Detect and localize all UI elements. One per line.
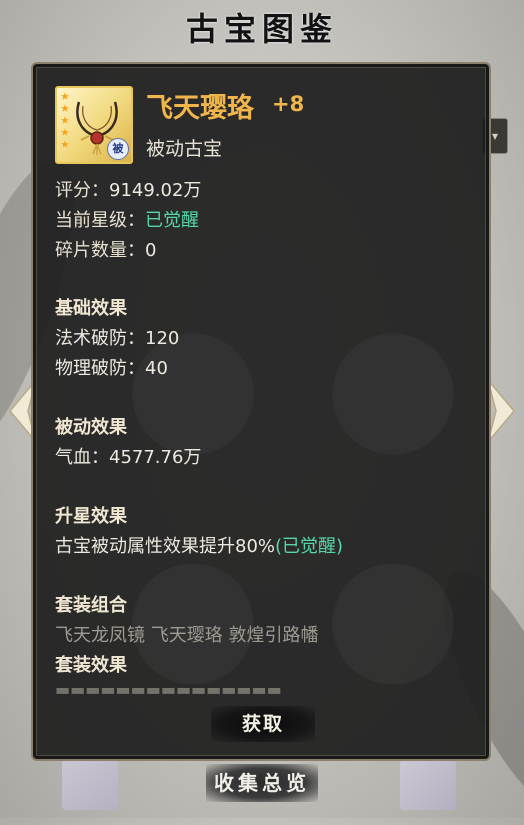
star-up-effect-line: 古宝被动属性效果提升80%(已觉醒): [55, 532, 475, 562]
star-rating: ★ ★ ★ ★ ★: [60, 91, 70, 150]
item-name: 飞天璎珞: [146, 93, 254, 124]
star-icon: ★: [60, 126, 70, 139]
base-effect-line: 法术破防：120: [55, 328, 180, 349]
collection-card-bg: [400, 760, 456, 810]
star-up-effect-title: 升星效果: [55, 506, 127, 527]
star-icon: ★: [60, 102, 70, 115]
base-effect-title: 基础效果: [55, 298, 127, 319]
shard-count-row: 碎片数量：0: [55, 236, 475, 266]
item-details: 评分：9149.02万 当前星级：已觉醒 碎片数量：0 基础效果 法术破防：12…: [55, 176, 475, 699]
base-effect-line: 物理破防：40: [55, 358, 168, 379]
star-icon: ★: [60, 114, 70, 127]
page-title: 古宝图鉴: [185, 10, 338, 48]
shard-count-label: 碎片数量：: [55, 240, 145, 261]
passive-effect-title: 被动效果: [55, 417, 127, 438]
star-level-label: 当前星级：: [55, 210, 145, 231]
score-row: 评分：9149.02万: [55, 176, 475, 206]
item-level: +8: [272, 92, 305, 116]
star-level-row: 当前星级：已觉醒: [55, 206, 475, 236]
shard-count-value: 0: [145, 240, 157, 261]
set-effect-partial: ▬▬▬▬▬▬▬▬▬▬▬▬▬▬▬: [55, 681, 282, 699]
score-label: 评分：: [55, 180, 109, 201]
set-members: 飞天龙凤镜 飞天璎珞 敦煌引路幡: [55, 625, 319, 646]
next-arrow-icon[interactable]: [486, 378, 520, 444]
set-combo-title: 套装组合: [55, 595, 127, 616]
star-up-status: (已觉醒): [275, 536, 344, 557]
item-icon: ★ ★ ★ ★ ★ 被: [55, 86, 133, 164]
item-type: 被动古宝: [146, 138, 223, 160]
obtain-button[interactable]: 获取: [211, 706, 315, 742]
star-up-effect-text: 古宝被动属性效果提升80%: [55, 536, 276, 557]
passive-effect-line: 气血：4577.76万: [55, 447, 202, 468]
set-effect-title: 套装效果: [55, 655, 127, 676]
passive-badge: 被: [107, 138, 129, 160]
item-detail-panel: ★ ★ ★ ★ ★ 被 飞天璎珞 +8 被动古宝 评分：9149.02万 当前星…: [31, 62, 491, 761]
star-icon: ★: [60, 90, 70, 103]
score-value: 9149.02万: [109, 180, 202, 201]
collection-card-bg: [62, 760, 118, 810]
collection-overview-button[interactable]: 收集总览: [206, 764, 318, 802]
star-icon: ★: [60, 138, 70, 151]
star-level-value: 已觉醒: [145, 210, 199, 231]
